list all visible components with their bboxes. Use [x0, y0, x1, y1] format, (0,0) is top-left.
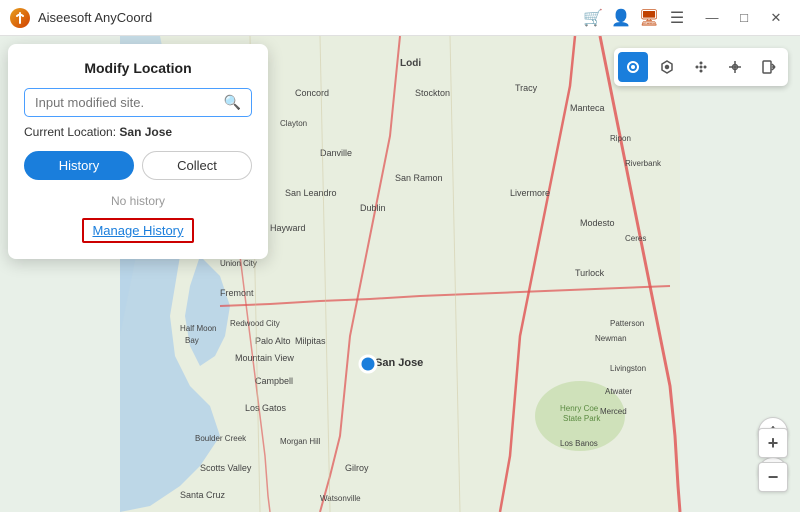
monitor-icon[interactable]: 🖥 [638, 7, 660, 29]
svg-text:Redwood City: Redwood City [230, 319, 280, 328]
svg-text:Milpitas: Milpitas [295, 336, 326, 346]
svg-text:Dublin: Dublin [360, 203, 386, 213]
svg-text:Santa Cruz: Santa Cruz [180, 490, 226, 500]
search-box[interactable]: 🔍 [24, 88, 252, 117]
search-input[interactable] [35, 95, 224, 110]
svg-text:Campbell: Campbell [255, 376, 293, 386]
tab-buttons: History Collect [24, 151, 252, 180]
svg-text:Riverbank: Riverbank [625, 159, 662, 168]
svg-text:State Park: State Park [563, 414, 601, 423]
svg-text:Boulder Creek: Boulder Creek [195, 434, 247, 443]
svg-text:Ceres: Ceres [625, 234, 646, 243]
svg-text:Half Moon: Half Moon [180, 324, 216, 333]
cart-icon[interactable]: 🛒 [582, 7, 604, 29]
person-icon[interactable]: 👤 [610, 7, 632, 29]
crosshair-tool-button[interactable] [720, 52, 750, 82]
svg-text:Manteca: Manteca [570, 103, 605, 113]
search-icon: 🔍 [224, 94, 241, 111]
svg-text:Ripon: Ripon [610, 134, 631, 143]
title-bar: Aiseesoft AnyCoord 🛒 👤 🖥 ☰ — □ ✕ [0, 0, 800, 36]
svg-text:Modesto: Modesto [580, 218, 615, 228]
svg-text:Newman: Newman [595, 334, 627, 343]
svg-text:Los Banos: Los Banos [560, 439, 598, 448]
collect-tab-button[interactable]: Collect [142, 151, 252, 180]
menu-icon[interactable]: ☰ [666, 7, 688, 29]
history-tab-button[interactable]: History [24, 151, 134, 180]
title-bar-action-icons: 🛒 👤 🖥 ☰ [582, 7, 688, 29]
svg-text:Mountain View: Mountain View [235, 353, 294, 363]
minimize-button[interactable]: — [698, 6, 726, 30]
multi-point-tool-button[interactable] [686, 52, 716, 82]
main-area: Henry Coe State Park Lodi Stockton Antio… [0, 36, 800, 512]
svg-text:Danville: Danville [320, 148, 352, 158]
panel-title: Modify Location [24, 60, 252, 76]
svg-text:Morgan Hill: Morgan Hill [280, 437, 321, 446]
svg-text:Atwater: Atwater [605, 387, 632, 396]
svg-text:Los Gatos: Los Gatos [245, 403, 287, 413]
svg-text:Palo Alto: Palo Alto [255, 336, 291, 346]
svg-text:Union City: Union City [220, 259, 257, 268]
app-title: Aiseesoft AnyCoord [38, 10, 582, 25]
close-button[interactable]: ✕ [762, 6, 790, 30]
svg-text:San Leandro: San Leandro [285, 188, 337, 198]
pin-tool-button[interactable] [618, 52, 648, 82]
svg-text:Watsonville: Watsonville [320, 494, 361, 503]
export-tool-button[interactable] [754, 52, 784, 82]
svg-text:Merced: Merced [600, 407, 627, 416]
svg-text:Tracy: Tracy [515, 83, 538, 93]
manage-history-link[interactable]: Manage History [82, 218, 193, 243]
map-container[interactable]: Henry Coe State Park Lodi Stockton Antio… [0, 36, 800, 512]
svg-text:Bay: Bay [185, 336, 199, 345]
zoom-out-button[interactable]: − [758, 462, 788, 492]
svg-text:Patterson: Patterson [610, 319, 644, 328]
svg-text:Turlock: Turlock [575, 268, 605, 278]
svg-text:Clayton: Clayton [280, 119, 307, 128]
svg-text:Livermore: Livermore [510, 188, 550, 198]
svg-text:Livingston: Livingston [610, 364, 646, 373]
location-panel: Modify Location 🔍 Current Location: San … [8, 44, 268, 259]
svg-text:Gilroy: Gilroy [345, 463, 369, 473]
svg-text:Concord: Concord [295, 88, 329, 98]
svg-text:Lodi: Lodi [400, 58, 421, 69]
app-logo [10, 8, 30, 28]
current-location: Current Location: San Jose [24, 125, 252, 139]
svg-text:San Jose: San Jose [375, 357, 423, 369]
window-controls: — □ ✕ [698, 6, 790, 30]
svg-text:Henry Coe: Henry Coe [560, 404, 599, 413]
zoom-in-button[interactable]: + [758, 428, 788, 458]
svg-text:Hayward: Hayward [270, 223, 306, 233]
map-toolbar [614, 48, 788, 86]
svg-text:Fremont: Fremont [220, 288, 254, 298]
hexagon-tool-button[interactable] [652, 52, 682, 82]
no-history-text: No history [24, 194, 252, 208]
zoom-controls: + − [758, 428, 788, 492]
maximize-button[interactable]: □ [730, 6, 758, 30]
svg-text:Scotts Valley: Scotts Valley [200, 463, 252, 473]
svg-text:San Ramon: San Ramon [395, 173, 443, 183]
svg-text:Stockton: Stockton [415, 88, 450, 98]
